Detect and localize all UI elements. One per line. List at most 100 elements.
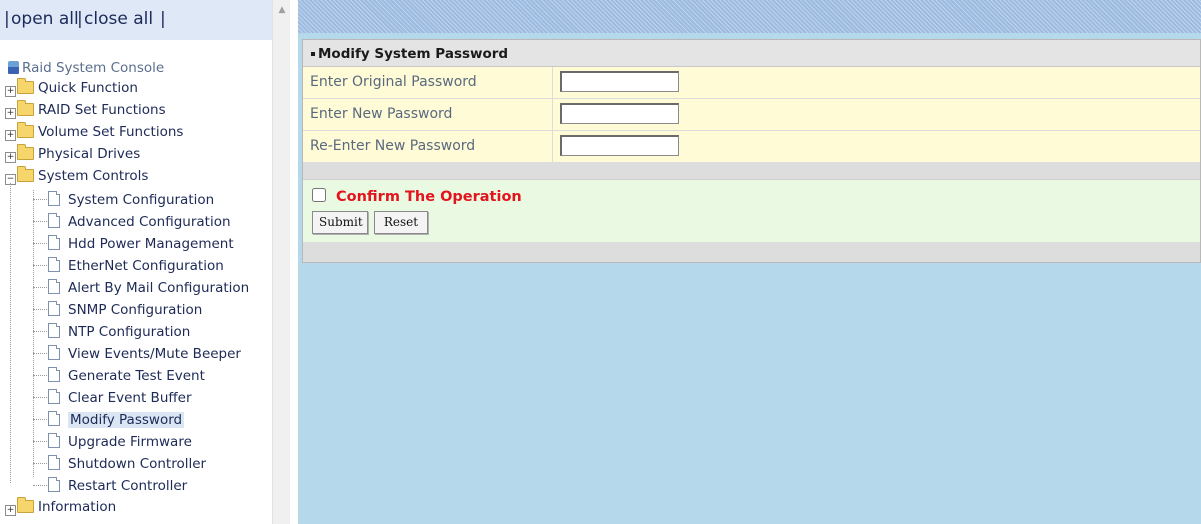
page-icon bbox=[48, 455, 60, 470]
folder-icon bbox=[17, 78, 34, 94]
expand-icon[interactable]: + bbox=[5, 152, 16, 163]
page-icon bbox=[48, 389, 60, 404]
separator: | bbox=[160, 9, 166, 29]
tree-leaf-ntp-configuration[interactable]: NTP Configuration bbox=[48, 321, 190, 341]
tree-leaf-label: System Configuration bbox=[68, 192, 215, 208]
tree-node-label: Information bbox=[38, 499, 117, 515]
tree-leaf-alert-by-mail-configuration[interactable]: Alert By Mail Configuration bbox=[48, 277, 249, 297]
tree-root[interactable]: Raid System Console bbox=[8, 58, 164, 78]
reset-button[interactable]: Reset bbox=[374, 211, 428, 234]
tree-leaf-shutdown-controller[interactable]: Shutdown Controller bbox=[48, 453, 206, 473]
tree-leaf-label: Upgrade Firmware bbox=[68, 434, 192, 450]
separator: | bbox=[77, 9, 83, 29]
open-all-link[interactable]: open all bbox=[11, 9, 79, 29]
section-spacer bbox=[303, 163, 1200, 180]
reenter-password-input[interactable] bbox=[560, 135, 679, 156]
original-password-label: Enter Original Password bbox=[310, 74, 477, 90]
folder-icon bbox=[17, 497, 34, 513]
tree-leaf-hdd-power-management[interactable]: Hdd Power Management bbox=[48, 233, 234, 253]
tree-connector-line bbox=[33, 287, 47, 288]
expand-icon[interactable]: + bbox=[5, 86, 16, 97]
confirm-checkbox[interactable] bbox=[312, 188, 326, 202]
folder-icon bbox=[17, 144, 34, 160]
page-icon bbox=[48, 213, 60, 228]
tree-leaf-restart-controller[interactable]: Restart Controller bbox=[48, 475, 187, 495]
frame-divider bbox=[290, 0, 298, 524]
cell-divider bbox=[552, 67, 553, 98]
tree-node-quick-function[interactable]: + Quick Function bbox=[5, 78, 138, 98]
tree-leaf-label: Generate Test Event bbox=[68, 368, 205, 384]
tree-node-physical-drives[interactable]: + Physical Drives bbox=[5, 144, 140, 164]
close-all-link[interactable]: close all bbox=[84, 9, 153, 29]
open-close-bar: | open all | close all | bbox=[0, 0, 272, 40]
tree-leaf-label: Hdd Power Management bbox=[68, 236, 234, 252]
tree-leaf-system-configuration[interactable]: System Configuration bbox=[48, 189, 214, 209]
submit-button[interactable]: Submit bbox=[312, 211, 368, 234]
original-password-input[interactable] bbox=[560, 71, 679, 92]
tree-leaf-label: Alert By Mail Configuration bbox=[68, 280, 250, 296]
bullet-icon bbox=[311, 52, 315, 56]
tree-node-system-controls[interactable]: − System Controls bbox=[5, 166, 148, 186]
modify-password-panel: Modify System Password Enter Original Pa… bbox=[302, 39, 1201, 263]
tree-connector-line bbox=[33, 485, 47, 486]
tree-leaf-label: SNMP Configuration bbox=[68, 302, 203, 318]
tree-leaf-upgrade-firmware[interactable]: Upgrade Firmware bbox=[48, 431, 192, 451]
tree-connector-line bbox=[33, 309, 47, 310]
page-icon bbox=[48, 411, 60, 426]
tree-leaf-generate-test-event[interactable]: Generate Test Event bbox=[48, 365, 205, 385]
tree-leaf-clear-event-buffer[interactable]: Clear Event Buffer bbox=[48, 387, 192, 407]
confirm-label: Confirm The Operation bbox=[336, 189, 522, 205]
new-password-input[interactable] bbox=[560, 103, 679, 124]
expand-icon[interactable]: + bbox=[5, 130, 16, 141]
page-icon bbox=[48, 323, 60, 338]
tree-root-label: Raid System Console bbox=[22, 60, 165, 76]
tree-connector-line bbox=[33, 375, 47, 376]
tree-node-information[interactable]: + Information bbox=[5, 497, 116, 517]
tree-leaf-modify-password[interactable]: Modify Password bbox=[48, 409, 185, 429]
content-frame: Modify System Password Enter Original Pa… bbox=[298, 0, 1201, 524]
tree-connector-line bbox=[33, 419, 47, 420]
new-password-label: Enter New Password bbox=[310, 106, 453, 122]
navigation-tree-frame: | open all | close all | Raid System Con… bbox=[0, 0, 272, 524]
new-password-row: Enter New Password bbox=[303, 99, 1200, 131]
tree-leaf-label: View Events/Mute Beeper bbox=[68, 346, 241, 362]
tree-leaf-ethernet-configuration[interactable]: EtherNet Configuration bbox=[48, 255, 224, 275]
tree-leaf-label: EtherNet Configuration bbox=[68, 258, 224, 274]
tree-leaf-view-events-mute-beeper[interactable]: View Events/Mute Beeper bbox=[48, 343, 241, 363]
cell-divider bbox=[552, 99, 553, 130]
top-banner-strip bbox=[298, 0, 1201, 33]
tree-node-volume-set-functions[interactable]: + Volume Set Functions bbox=[5, 122, 183, 142]
scroll-up-icon[interactable]: ▲ bbox=[273, 0, 291, 20]
tree-leaf-snmp-configuration[interactable]: SNMP Configuration bbox=[48, 299, 202, 319]
page-icon bbox=[48, 279, 60, 294]
tree-connector-line bbox=[33, 199, 47, 200]
tree-connector-line bbox=[10, 183, 11, 483]
original-password-row: Enter Original Password bbox=[303, 67, 1200, 99]
tree-leaf-label: Advanced Configuration bbox=[68, 214, 231, 230]
cell-divider bbox=[552, 131, 553, 162]
console-icon bbox=[8, 61, 19, 74]
tree-connector-line bbox=[33, 463, 47, 464]
tree-connector-line bbox=[33, 243, 47, 244]
page-icon bbox=[48, 433, 60, 448]
tree-scrollbar[interactable]: ▲ bbox=[272, 0, 291, 524]
tree-node-label: Quick Function bbox=[38, 80, 138, 96]
tree-leaf-advanced-configuration[interactable]: Advanced Configuration bbox=[48, 211, 231, 231]
expand-icon[interactable]: + bbox=[5, 505, 16, 516]
tree-connector-line bbox=[33, 331, 47, 332]
tree-connector-line bbox=[33, 221, 47, 222]
tree-node-label: Volume Set Functions bbox=[38, 124, 184, 140]
tree-leaf-label: Modify Password bbox=[68, 412, 185, 428]
tree-connector-line bbox=[33, 190, 34, 477]
tree-leaf-label: Clear Event Buffer bbox=[68, 390, 192, 406]
separator: | bbox=[4, 9, 10, 29]
page-icon bbox=[48, 345, 60, 360]
expand-icon[interactable]: + bbox=[5, 108, 16, 119]
page-icon bbox=[48, 477, 60, 492]
tree-node-raid-set-functions[interactable]: + RAID Set Functions bbox=[5, 100, 166, 120]
confirm-area: Confirm The Operation Submit Reset bbox=[303, 180, 1200, 242]
page-icon bbox=[48, 191, 60, 206]
tree-leaf-label: Shutdown Controller bbox=[68, 456, 207, 472]
tree-leaf-label: Restart Controller bbox=[68, 478, 188, 494]
page-icon bbox=[48, 257, 60, 272]
